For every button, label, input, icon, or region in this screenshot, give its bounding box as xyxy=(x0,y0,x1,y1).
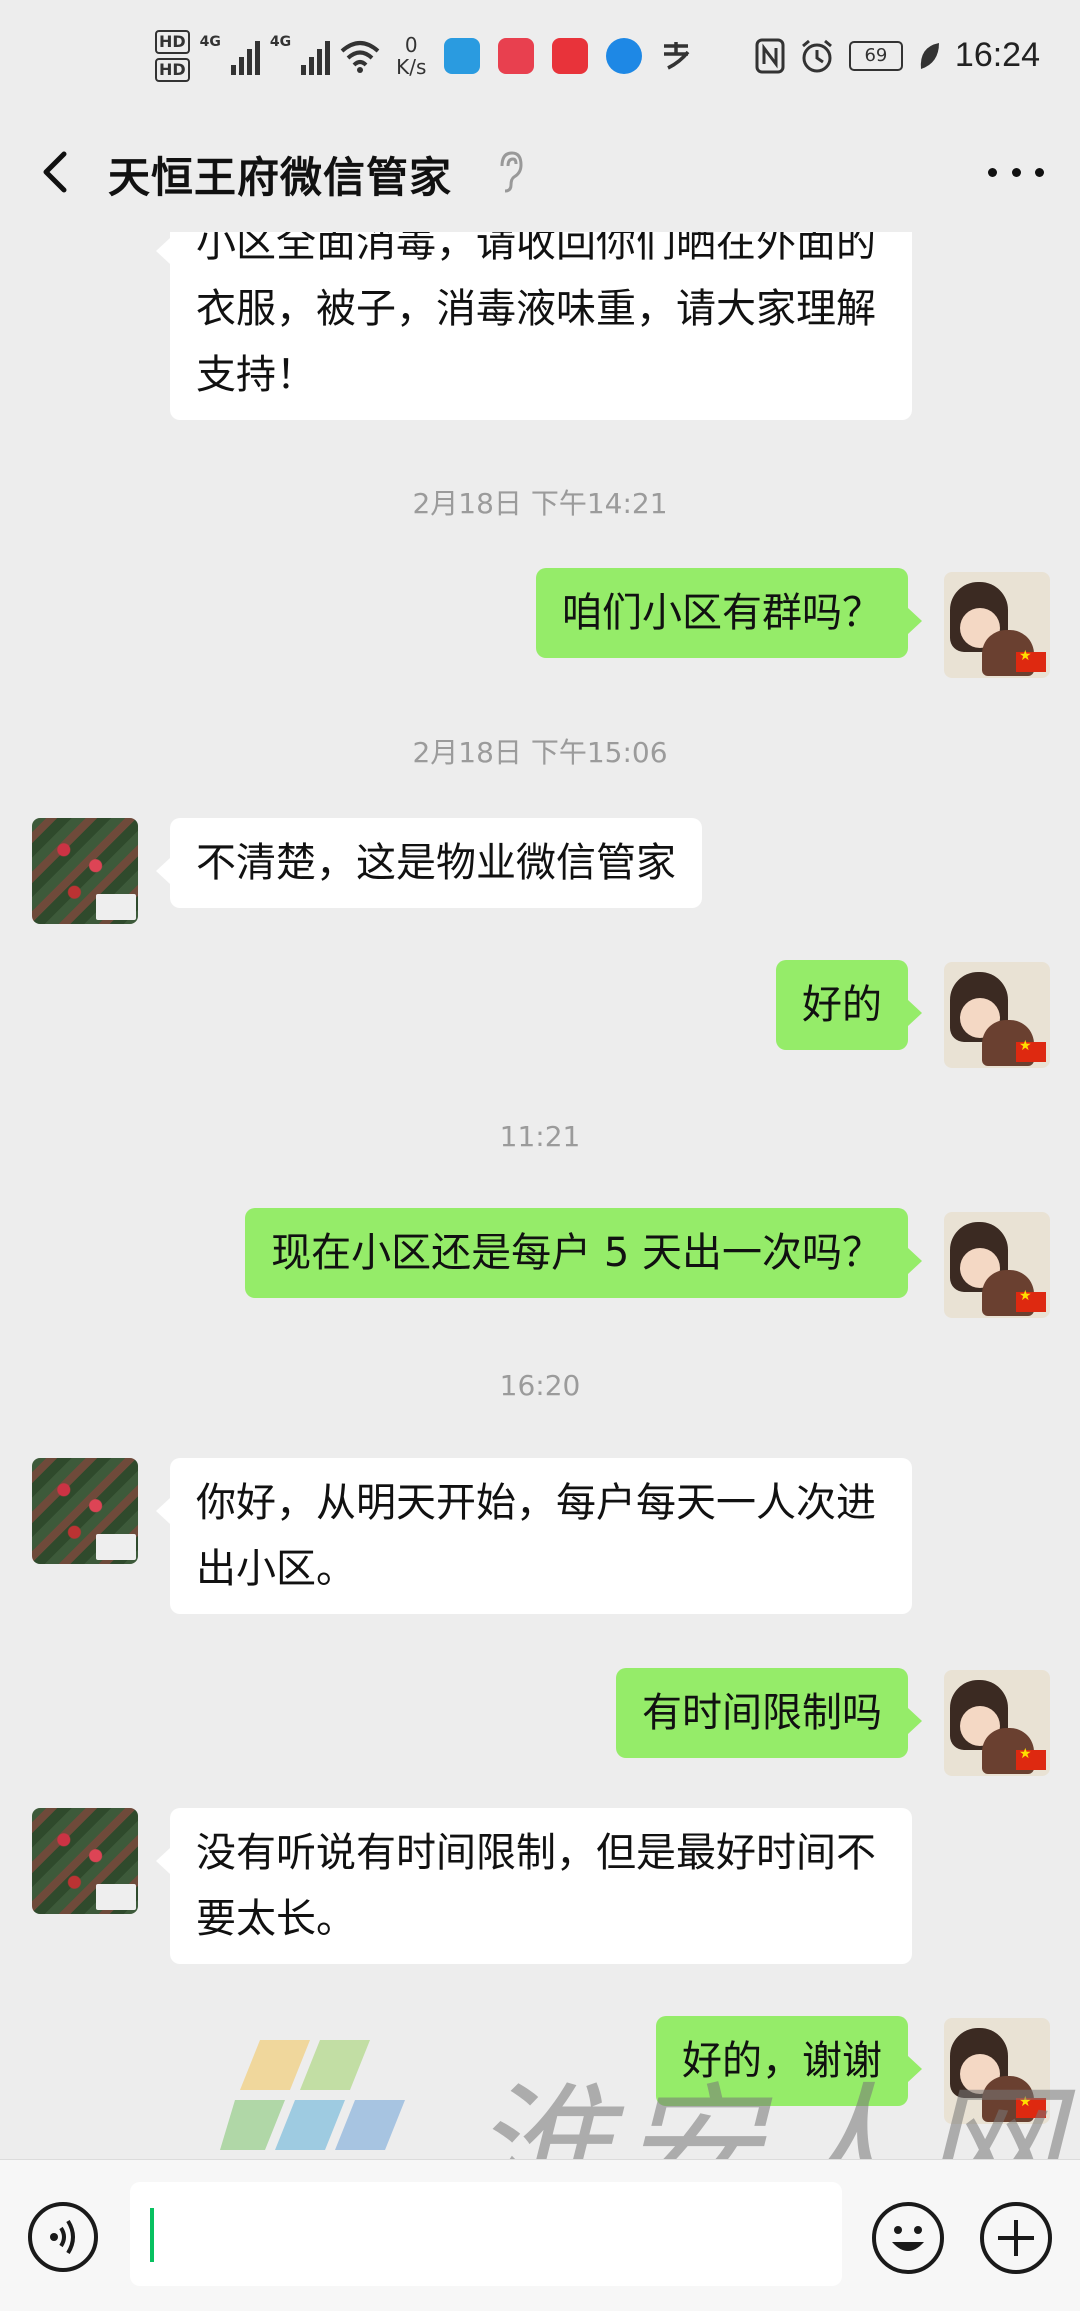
input-bar xyxy=(0,2159,1080,2311)
message-text: 好的，谢谢 xyxy=(682,2038,882,2084)
message-input[interactable] xyxy=(130,2182,842,2286)
signal-icon-2 xyxy=(301,37,331,75)
network-speed: 0 K/s xyxy=(396,34,426,78)
message-bubble-incoming[interactable]: 没有听说有时间限制，但是最好时间不要太长。 xyxy=(156,1808,912,1964)
hd-indicators: HD HD xyxy=(155,30,190,82)
timestamp: 2月18日 下午15:06 xyxy=(412,736,668,769)
message-text: 你好，从明天开始，每户每天一人次进出小区。 xyxy=(196,1480,876,1592)
contact-avatar[interactable] xyxy=(32,818,138,924)
status-time: 16:24 xyxy=(954,36,1040,74)
power-saving-leaf-icon xyxy=(920,42,939,69)
timestamp: 11:21 xyxy=(499,1120,581,1153)
message-bubble-outgoing[interactable]: 好的，谢谢 xyxy=(656,2016,922,2106)
message-text: 小区全面消毒，请收回你们晒在外面的衣服，被子，消毒液味重，请大家理解支持！ xyxy=(196,232,876,398)
alipay-icon xyxy=(664,42,690,70)
network-speed-value: 0 xyxy=(404,33,418,57)
notification-app-icon-1 xyxy=(444,38,481,74)
notification-app-icon-2 xyxy=(498,38,535,74)
message-text: 现在小区还是每户 5 天出一次吗？ xyxy=(271,1230,882,1276)
my-avatar[interactable] xyxy=(944,1670,1050,1776)
emoji-icon xyxy=(892,2226,924,2251)
network-speed-unit: K/s xyxy=(396,55,427,79)
message-bubble-outgoing[interactable]: 现在小区还是每户 5 天出一次吗？ xyxy=(245,1208,922,1298)
chat-title: 天恒王府微信管家 xyxy=(108,153,453,202)
message-bubble-outgoing[interactable]: 咱们小区有群吗？ xyxy=(536,568,922,658)
more-functions-button[interactable] xyxy=(980,2202,1052,2274)
battery-indicator: 69 xyxy=(848,40,903,71)
emoji-button[interactable] xyxy=(872,2202,944,2274)
status-left: HD HD 4G 4G 0 K/s xyxy=(155,30,694,82)
notification-browser-icon xyxy=(606,38,643,74)
chat-header: 天恒王府微信管家 xyxy=(0,122,1080,232)
hd-indicator-1: HD xyxy=(155,30,190,54)
wifi-icon xyxy=(340,41,380,73)
network-type-1: 4G xyxy=(199,34,221,50)
timestamp: 2月18日 下午14:21 xyxy=(412,487,668,520)
my-avatar[interactable] xyxy=(944,962,1050,1068)
message-text: 有时间限制吗 xyxy=(642,1690,882,1736)
contact-avatar[interactable] xyxy=(32,1808,138,1914)
network-type-2: 4G xyxy=(269,34,292,50)
my-avatar[interactable] xyxy=(944,572,1050,678)
voice-icon xyxy=(50,2219,75,2255)
message-text: 咱们小区有群吗？ xyxy=(562,590,882,636)
message-text: 没有听说有时间限制，但是最好时间不要太长。 xyxy=(196,1830,876,1942)
message-text: 好的 xyxy=(802,982,882,1028)
message-list: 小区全面消毒，请收回你们晒在外面的衣服，被子，消毒液味重，请大家理解支持！ 2月… xyxy=(0,232,1080,2159)
message-bubble-outgoing[interactable]: 好的 xyxy=(776,960,922,1050)
signal-icon-1 xyxy=(230,37,260,75)
status-right: 69 16:24 xyxy=(755,36,1040,75)
alarm-icon xyxy=(801,39,832,72)
earpiece-mode-icon xyxy=(500,151,523,193)
nfc-icon xyxy=(755,38,785,73)
message-bubble-incoming[interactable]: 你好，从明天开始，每户每天一人次进出小区。 xyxy=(156,1458,912,1614)
status-bar: HD HD 4G 4G 0 K/s 69 16:24 xyxy=(0,0,1080,122)
message-bubble-incoming[interactable]: 小区全面消毒，请收回你们晒在外面的衣服，被子，消毒液味重，请大家理解支持！ xyxy=(156,232,912,420)
timestamp: 16:20 xyxy=(499,1369,581,1402)
message-bubble-outgoing[interactable]: 有时间限制吗 xyxy=(616,1668,922,1758)
text-caret xyxy=(150,2208,154,2262)
back-arrow-icon[interactable] xyxy=(36,142,76,202)
notification-book-icon xyxy=(552,38,589,74)
contact-avatar[interactable] xyxy=(32,1458,138,1564)
message-text: 不清楚，这是物业微信管家 xyxy=(196,840,676,886)
my-avatar[interactable] xyxy=(944,1212,1050,1318)
my-avatar[interactable] xyxy=(944,2018,1050,2124)
more-options-button[interactable] xyxy=(988,152,1044,192)
voice-input-button[interactable] xyxy=(28,2202,98,2272)
hd-indicator-2: HD xyxy=(155,58,190,82)
message-bubble-incoming[interactable]: 不清楚，这是物业微信管家 xyxy=(156,818,702,908)
